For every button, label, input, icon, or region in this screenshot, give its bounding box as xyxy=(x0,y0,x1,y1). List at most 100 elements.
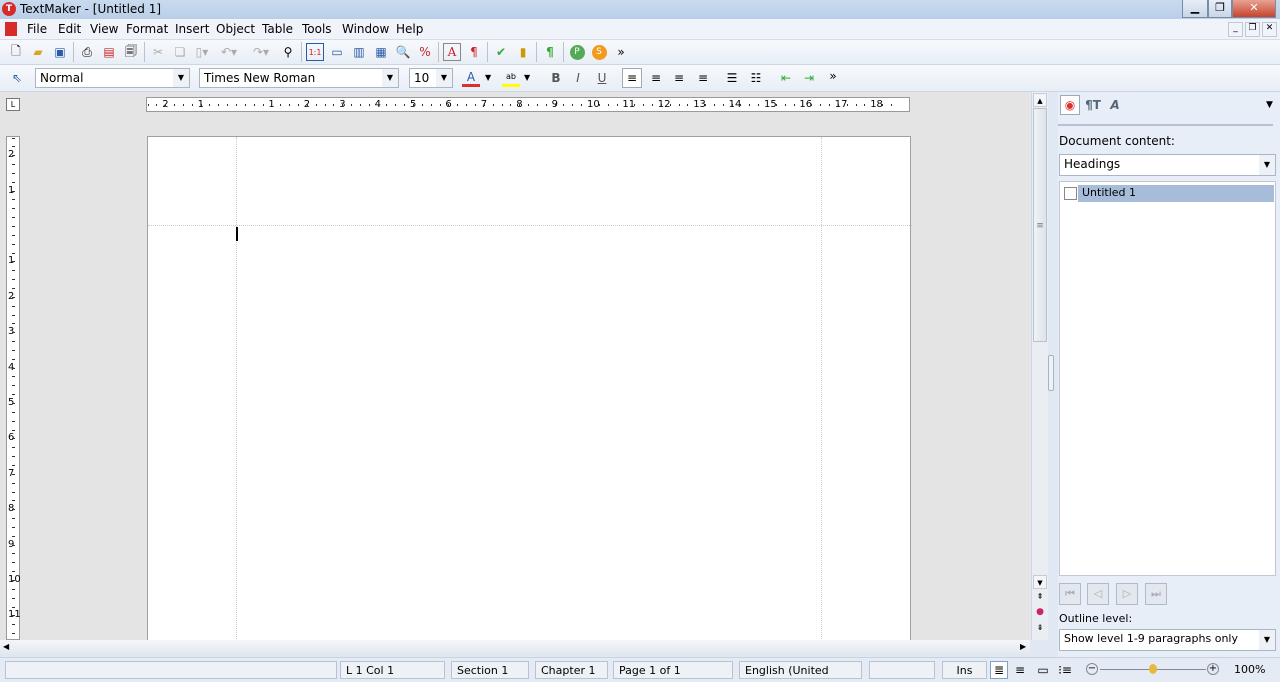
align-right-icon[interactable]: ≡ xyxy=(647,69,665,87)
close-button[interactable]: ✕ xyxy=(1232,0,1276,18)
panel-splitter[interactable] xyxy=(1048,355,1054,391)
page-view-icon[interactable]: ▭ xyxy=(1034,661,1052,679)
find-icon[interactable]: ⚲ xyxy=(279,43,297,61)
bold-icon[interactable]: B xyxy=(547,69,565,87)
pointer-icon[interactable]: ⇖ xyxy=(8,69,26,87)
menu-object[interactable]: Object xyxy=(216,22,255,36)
copy-icon[interactable]: ❏ xyxy=(171,43,189,61)
continuous-view-icon[interactable]: ≡ xyxy=(1011,661,1029,679)
maximize-button[interactable]: ❐ xyxy=(1208,0,1232,18)
language-indicator[interactable]: English (United xyxy=(739,661,862,679)
doc-close-button[interactable]: ✕ xyxy=(1262,22,1277,37)
menu-file[interactable]: File xyxy=(27,22,47,36)
document-page[interactable] xyxy=(147,136,912,641)
redo-icon[interactable]: ↷▾ xyxy=(247,43,275,61)
align-left-icon[interactable]: ≡ xyxy=(622,68,642,88)
menu-edit[interactable]: Edit xyxy=(58,22,81,36)
character-format-icon[interactable]: A xyxy=(443,43,461,61)
next-button[interactable]: ▷ xyxy=(1116,583,1138,605)
save-icon[interactable]: ▣ xyxy=(51,43,69,61)
font-size-select[interactable]: 10 ▼ xyxy=(409,68,453,88)
new-icon[interactable]: 🗋 xyxy=(7,43,25,61)
last-button[interactable]: ⏭ xyxy=(1145,583,1167,605)
zoom-percent-icon[interactable]: % xyxy=(416,43,434,61)
browse-object-icon[interactable]: ● xyxy=(1033,607,1047,621)
orange-s-icon[interactable]: S xyxy=(590,43,608,61)
more-icon[interactable]: » xyxy=(824,67,842,85)
scroll-right-button[interactable]: ▶ xyxy=(1020,642,1026,651)
paste-icon[interactable]: ▯▾ xyxy=(193,43,211,61)
font-select[interactable]: Times New Roman ▼ xyxy=(199,68,399,88)
underline-icon[interactable]: U xyxy=(593,69,611,87)
style-select[interactable]: Normal ▼ xyxy=(35,68,190,88)
objects-icon[interactable]: A xyxy=(1106,96,1124,114)
menu-window[interactable]: Window xyxy=(342,22,389,36)
minimize-button[interactable]: ▁ xyxy=(1182,0,1208,18)
print-preview-icon[interactable]: 🗐 xyxy=(122,43,140,61)
bullet-list-icon[interactable]: ☰ xyxy=(723,69,741,87)
open-icon[interactable]: ▰ xyxy=(29,43,47,61)
chevron-down-icon[interactable]: ▼ xyxy=(524,73,530,82)
menu-view[interactable]: View xyxy=(90,22,118,36)
zoom-100-icon[interactable]: 1:1 xyxy=(306,43,324,61)
insert-mode[interactable]: Ins xyxy=(942,661,987,679)
document-content-select[interactable]: Headings ▼ xyxy=(1059,154,1276,176)
outline-level-select[interactable]: Show level 1-9 paragraphs only ▼ xyxy=(1059,629,1276,651)
menu-format[interactable]: Format xyxy=(126,22,168,36)
paragraph-format-icon[interactable]: ¶ xyxy=(465,43,483,61)
outline-view-icon[interactable]: ⁝≡ xyxy=(1056,661,1074,679)
scroll-up-button[interactable]: ▲ xyxy=(1033,93,1047,107)
zoom-icon[interactable]: 🔍 xyxy=(394,43,412,61)
menu-insert[interactable]: Insert xyxy=(175,22,209,36)
spellcheck-icon[interactable]: ✔ xyxy=(492,43,510,61)
menu-table[interactable]: Table xyxy=(262,22,293,36)
justify-icon[interactable]: ≡ xyxy=(694,69,712,87)
align-center-icon[interactable]: ≡ xyxy=(670,69,688,87)
page-width-icon[interactable]: ▭ xyxy=(328,43,346,61)
green-p-icon[interactable]: P xyxy=(568,43,586,61)
two-pages-icon[interactable]: ▦ xyxy=(372,43,390,61)
normal-view-icon[interactable]: ≣ xyxy=(990,661,1008,679)
scroll-left-button[interactable]: ◀ xyxy=(3,642,9,651)
more-icon[interactable]: » xyxy=(612,43,630,61)
scroll-down-button[interactable]: ▼ xyxy=(1033,575,1047,589)
zoom-out-button[interactable]: − xyxy=(1086,663,1098,675)
decrease-indent-icon[interactable]: ⇤ xyxy=(777,69,795,87)
undo-icon[interactable]: ↶▾ xyxy=(215,43,243,61)
tab-stop-selector[interactable]: L xyxy=(6,98,20,111)
chevron-down-icon[interactable]: ▼ xyxy=(485,73,491,82)
tree-item[interactable]: Untitled 1 xyxy=(1062,185,1274,202)
vertical-scrollbar[interactable]: ▲ ≡ ▼ ⇞ ● ⇟ xyxy=(1031,92,1048,640)
zoom-slider-thumb[interactable] xyxy=(1149,664,1157,674)
tree-item-label: Untitled 1 xyxy=(1078,185,1274,202)
italic-icon[interactable]: I xyxy=(569,69,587,87)
doc-restore-button[interactable]: ❐ xyxy=(1245,22,1260,37)
chart-icon[interactable]: ▮ xyxy=(514,43,532,61)
doc-minimize-button[interactable]: _ xyxy=(1228,22,1243,37)
full-page-icon[interactable]: ▥ xyxy=(350,43,368,61)
zoom-in-button[interactable]: + xyxy=(1207,663,1219,675)
panel-menu-icon[interactable]: ▼ xyxy=(1266,100,1273,110)
numbered-list-icon[interactable]: ☷ xyxy=(747,69,765,87)
pdf-export-icon[interactable]: ▤ xyxy=(100,43,118,61)
document-tree[interactable]: Untitled 1 xyxy=(1059,181,1276,576)
menu-tools[interactable]: Tools xyxy=(302,22,332,36)
previous-page-icon[interactable]: ⇞ xyxy=(1033,592,1047,606)
previous-button[interactable]: ◁ xyxy=(1087,583,1109,605)
next-page-icon[interactable]: ⇟ xyxy=(1033,623,1047,637)
styles-icon[interactable]: ¶T xyxy=(1084,96,1102,114)
menu-help[interactable]: Help xyxy=(396,22,423,36)
vertical-ruler[interactable]: 211234567891011 xyxy=(6,136,21,640)
show-formatting-icon[interactable]: ¶ xyxy=(541,43,559,61)
cut-icon[interactable]: ✂ xyxy=(149,43,167,61)
navigator-compass-icon[interactable]: ◉ xyxy=(1060,95,1080,115)
font-color-icon[interactable]: A xyxy=(462,69,480,87)
first-button[interactable]: ⏮ xyxy=(1059,583,1081,605)
horizontal-scrollbar[interactable]: ◀ ▶ xyxy=(0,640,1030,656)
tree-checkbox[interactable] xyxy=(1064,187,1077,200)
increase-indent-icon[interactable]: ⇥ xyxy=(800,69,818,87)
horizontal-ruler[interactable]: 21123456789101112131415161718 xyxy=(146,97,910,112)
scroll-thumb[interactable]: ≡ xyxy=(1033,108,1047,342)
highlight-icon[interactable]: ab xyxy=(502,69,520,87)
print-icon[interactable]: ⎙ xyxy=(78,43,96,61)
